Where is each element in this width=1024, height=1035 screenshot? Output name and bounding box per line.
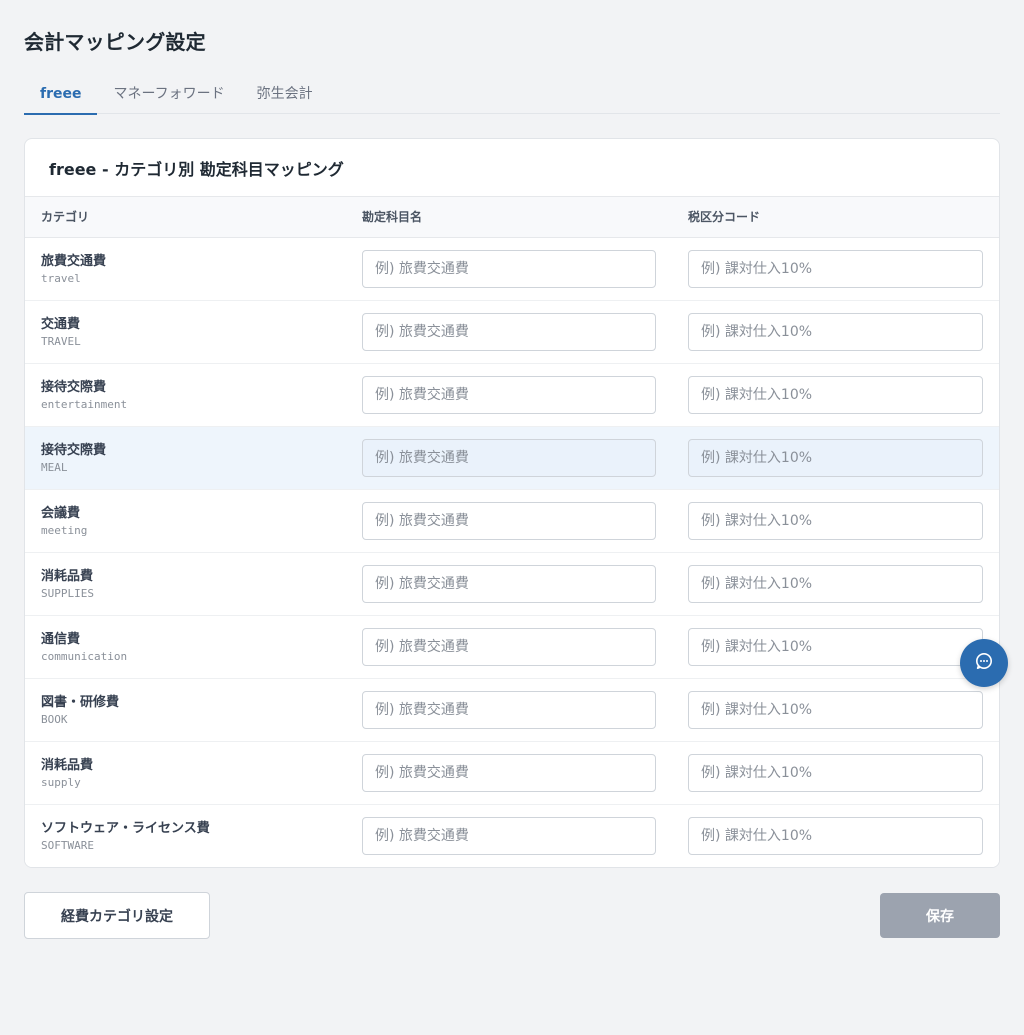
tax-code-input[interactable] bbox=[688, 439, 983, 477]
category-name: 消耗品費 bbox=[41, 569, 94, 584]
category-cell: 接待交際費 MEAL bbox=[41, 443, 106, 475]
tax-code-input[interactable] bbox=[688, 502, 983, 540]
tax-code-input[interactable] bbox=[688, 628, 983, 666]
account-name-input[interactable] bbox=[362, 250, 656, 288]
category-name: 会議費 bbox=[41, 506, 81, 521]
platform-tabs: freee マネーフォワード 弥生会計 bbox=[24, 76, 1000, 115]
category-cell: 旅費交通費 travel bbox=[41, 254, 106, 286]
save-button[interactable]: 保存 bbox=[880, 893, 1000, 938]
category-key: MEAL bbox=[41, 461, 68, 474]
category-name: 旅費交通費 bbox=[41, 254, 107, 269]
page: 会計マッピング設定 freee マネーフォワード 弥生会計 freee - カテ… bbox=[0, 0, 1024, 1035]
account-name-input[interactable] bbox=[362, 565, 656, 603]
category-cell: 図書・研修費 BOOK bbox=[41, 695, 119, 727]
tax-code-input[interactable] bbox=[688, 565, 983, 603]
category-key: TRAVEL bbox=[41, 335, 81, 348]
table-header: カテゴリ 勘定科目名 税区分コード bbox=[25, 197, 999, 238]
table-row: 接待交際費 MEAL bbox=[25, 427, 999, 490]
category-cell: 接待交際費 entertainment bbox=[41, 380, 127, 412]
account-name-input[interactable] bbox=[362, 376, 656, 414]
account-name-input[interactable] bbox=[362, 817, 656, 855]
tab-yayoi[interactable]: 弥生会計 bbox=[241, 76, 329, 114]
card-title: freee - カテゴリ別 勘定科目マッピング bbox=[25, 139, 999, 197]
column-header-tax-code: 税区分コード bbox=[688, 210, 761, 224]
chat-bubble-icon bbox=[974, 651, 994, 675]
chat-button[interactable] bbox=[960, 639, 1008, 687]
category-name: 接待交際費 bbox=[41, 380, 107, 395]
category-cell: ソフトウェア・ライセンス費 SOFTWARE bbox=[41, 821, 210, 853]
category-key: communication bbox=[41, 650, 128, 663]
table-row: 旅費交通費 travel bbox=[25, 238, 999, 301]
category-key: BOOK bbox=[41, 713, 68, 726]
category-cell: 交通費 TRAVEL bbox=[41, 317, 81, 349]
table-row: 消耗品費 supply bbox=[25, 742, 999, 805]
account-name-input[interactable] bbox=[362, 628, 656, 666]
tab-freee[interactable]: freee bbox=[24, 76, 98, 115]
category-key: entertainment bbox=[41, 398, 128, 411]
category-key: SUPPLIES bbox=[41, 587, 94, 600]
account-name-input[interactable] bbox=[362, 754, 656, 792]
column-header-account: 勘定科目名 bbox=[362, 210, 423, 224]
category-name: 図書・研修費 bbox=[41, 695, 120, 710]
table-body: 旅費交通費travel交通費TRAVEL接待交際費entertainment接待… bbox=[25, 238, 999, 867]
tax-code-input[interactable] bbox=[688, 313, 983, 351]
account-name-input[interactable] bbox=[362, 502, 656, 540]
table-row: 会議費 meeting bbox=[25, 490, 999, 553]
tax-code-input[interactable] bbox=[688, 817, 983, 855]
table-row: 接待交際費 entertainment bbox=[25, 364, 999, 427]
category-settings-button[interactable]: 経費カテゴリ設定 bbox=[24, 892, 210, 939]
category-cell: 会議費 meeting bbox=[41, 506, 87, 538]
account-name-input[interactable] bbox=[362, 313, 656, 351]
category-key: meeting bbox=[41, 524, 88, 537]
category-name: 交通費 bbox=[41, 317, 81, 332]
category-cell: 消耗品費 SUPPLIES bbox=[41, 569, 94, 601]
category-key: travel bbox=[41, 272, 81, 285]
category-name: 消耗品費 bbox=[41, 758, 94, 773]
table-row: 図書・研修費 BOOK bbox=[25, 679, 999, 742]
category-cell: 消耗品費 supply bbox=[41, 758, 93, 790]
column-header-category: カテゴリ bbox=[41, 210, 90, 224]
category-name: 接待交際費 bbox=[41, 443, 107, 458]
mapping-card: freee - カテゴリ別 勘定科目マッピング カテゴリ 勘定科目名 税区分コー… bbox=[24, 138, 1000, 868]
category-cell: 通信費 communication bbox=[41, 632, 127, 664]
tab-moneyforward[interactable]: マネーフォワード bbox=[97, 76, 240, 114]
table-row: 消耗品費 SUPPLIES bbox=[25, 553, 999, 616]
category-key: SOFTWARE bbox=[41, 839, 94, 852]
page-title: 会計マッピング設定 bbox=[24, 30, 206, 54]
account-name-input[interactable] bbox=[362, 691, 656, 729]
category-name: ソフトウェア・ライセンス費 bbox=[41, 821, 210, 836]
category-key: supply bbox=[41, 776, 81, 789]
tax-code-input[interactable] bbox=[688, 691, 983, 729]
tax-code-input[interactable] bbox=[688, 376, 983, 414]
table-row: 交通費 TRAVEL bbox=[25, 301, 999, 364]
tax-code-input[interactable] bbox=[688, 250, 983, 288]
table-row: 通信費 communication bbox=[25, 616, 999, 679]
account-name-input[interactable] bbox=[362, 439, 656, 477]
category-name: 通信費 bbox=[41, 632, 81, 647]
tax-code-input[interactable] bbox=[688, 754, 983, 792]
table-row: ソフトウェア・ライセンス費 SOFTWARE bbox=[25, 805, 999, 867]
